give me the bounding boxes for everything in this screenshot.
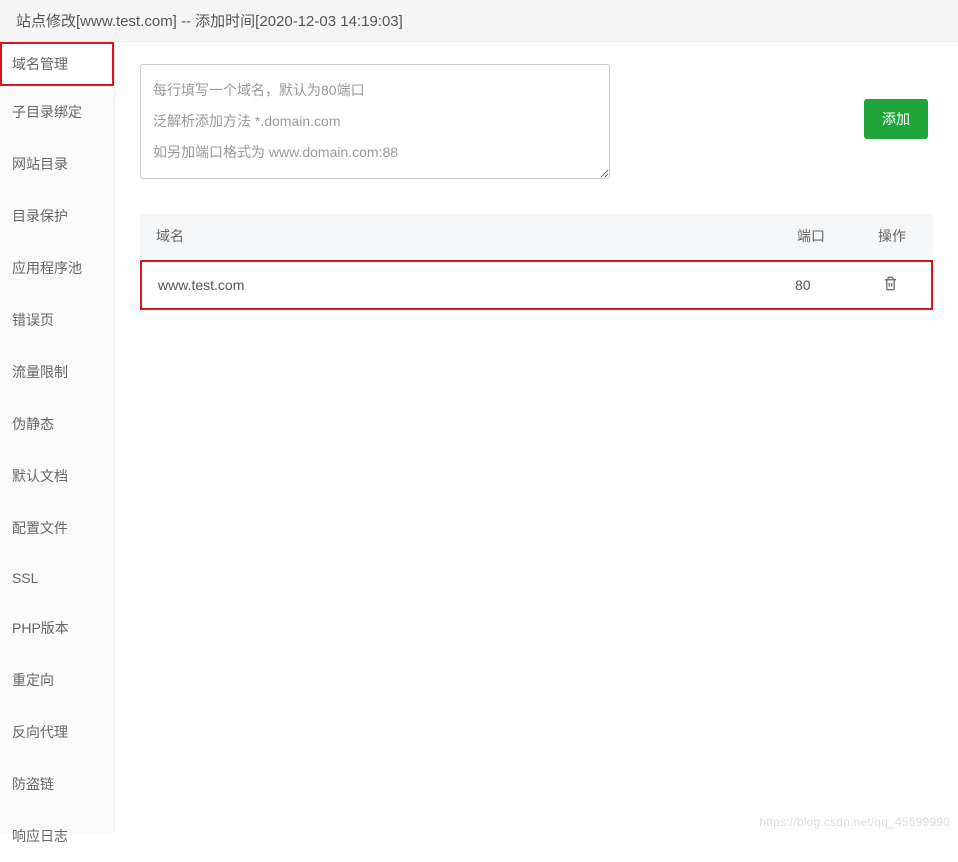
cell-domain: www.test.com [158, 277, 795, 293]
sidebar-item-label: 默认文档 [12, 468, 68, 484]
domain-table: 域名 端口 操作 www.test.com 80 [140, 214, 933, 310]
add-domain-row: 添加 [140, 64, 933, 179]
sidebar-item-response-log[interactable]: 响应日志 [0, 810, 114, 862]
watermark: https://blog.csdn.net/qq_45699990 [759, 815, 950, 829]
domain-input[interactable] [140, 64, 610, 179]
dialog-title: 站点修改[www.test.com] -- 添加时间[2020-12-03 14… [16, 13, 403, 30]
sidebar-item-config-file[interactable]: 配置文件 [0, 502, 114, 554]
sidebar-item-app-pool[interactable]: 应用程序池 [0, 242, 114, 294]
sidebar-item-label: 配置文件 [12, 520, 68, 536]
sidebar-item-label: 子目录绑定 [12, 104, 82, 120]
layout: 域名管理 子目录绑定 网站目录 目录保护 应用程序池 错误页 流量限制 伪静态 … [0, 42, 958, 833]
sidebar-item-label: 伪静态 [12, 416, 54, 432]
sidebar-item-default-doc[interactable]: 默认文档 [0, 450, 114, 502]
sidebar-item-rate-limit[interactable]: 流量限制 [0, 346, 114, 398]
sidebar-item-label: 防盗链 [12, 776, 54, 792]
sidebar-item-redirect[interactable]: 重定向 [0, 654, 114, 706]
sidebar-item-label: 域名管理 [12, 56, 68, 72]
sidebar-item-label: 应用程序池 [12, 260, 82, 276]
sidebar-item-label: 响应日志 [12, 828, 68, 844]
sidebar-item-reverse-proxy[interactable]: 反向代理 [0, 706, 114, 758]
cell-port: 80 [795, 277, 865, 293]
sidebar-item-label: SSL [12, 570, 38, 586]
sidebar-item-label: 目录保护 [12, 208, 68, 224]
sidebar-item-dir-protect[interactable]: 目录保护 [0, 190, 114, 242]
table-header-action: 操作 [867, 226, 917, 246]
sidebar-item-ssl[interactable]: SSL [0, 554, 114, 602]
table-header-domain: 域名 [156, 226, 797, 246]
table-header-port: 端口 [797, 226, 867, 246]
dialog-header: 站点修改[www.test.com] -- 添加时间[2020-12-03 14… [0, 0, 958, 42]
sidebar-item-php-version[interactable]: PHP版本 [0, 602, 114, 654]
sidebar-item-hotlink[interactable]: 防盗链 [0, 758, 114, 810]
sidebar-item-site-dir[interactable]: 网站目录 [0, 138, 114, 190]
add-button[interactable]: 添加 [864, 99, 928, 139]
sidebar-item-label: 流量限制 [12, 364, 68, 380]
table-header-row: 域名 端口 操作 [140, 214, 933, 258]
sidebar: 域名管理 子目录绑定 网站目录 目录保护 应用程序池 错误页 流量限制 伪静态 … [0, 42, 115, 833]
main-content: 添加 域名 端口 操作 www.test.com 80 [115, 42, 958, 833]
sidebar-item-subdir-bind[interactable]: 子目录绑定 [0, 86, 114, 138]
table-row: www.test.com 80 [140, 260, 933, 310]
sidebar-item-label: 重定向 [12, 672, 54, 688]
sidebar-item-label: 网站目录 [12, 156, 68, 172]
sidebar-item-label: 反向代理 [12, 724, 68, 740]
sidebar-item-rewrite[interactable]: 伪静态 [0, 398, 114, 450]
trash-icon[interactable] [883, 276, 898, 291]
sidebar-item-label: 错误页 [12, 312, 54, 328]
sidebar-item-error-page[interactable]: 错误页 [0, 294, 114, 346]
sidebar-item-label: PHP版本 [12, 620, 69, 636]
sidebar-item-domain-mgmt[interactable]: 域名管理 [0, 42, 114, 86]
cell-action [865, 276, 915, 294]
